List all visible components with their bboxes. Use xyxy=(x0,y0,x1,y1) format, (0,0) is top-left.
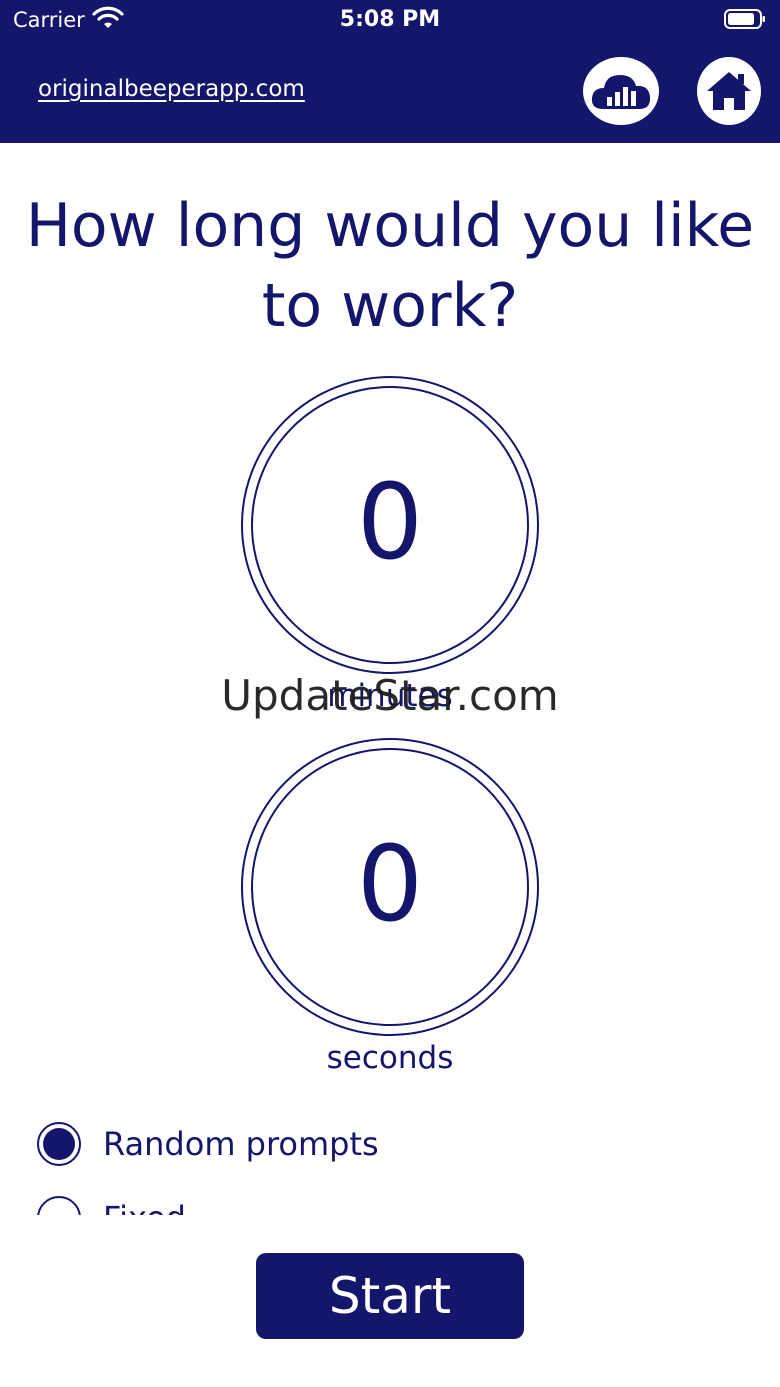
radio-unselected[interactable] xyxy=(37,1196,81,1215)
seconds-label: seconds xyxy=(326,1040,454,1076)
seconds-dial[interactable]: 0 xyxy=(241,738,539,1036)
start-button[interactable]: Start xyxy=(256,1253,524,1339)
status-bar: Carrier 5:08 PM xyxy=(0,0,780,40)
cloud-chart-icon xyxy=(591,75,651,109)
radio-selected[interactable] xyxy=(37,1122,81,1166)
seconds-value: 0 xyxy=(356,823,424,945)
minutes-dial[interactable]: 0 xyxy=(241,376,539,674)
minutes-value: 0 xyxy=(356,461,424,583)
page-question: How long would you like to work? xyxy=(25,191,755,341)
clock: 5:08 PM xyxy=(339,7,441,32)
watermark: UpdateStar.com xyxy=(221,671,559,720)
app-header: Carrier 5:08 PM originalbeeperapp.com xyxy=(0,0,780,143)
home-button[interactable] xyxy=(697,57,761,125)
prompt-mode-options: Random prompts Fixed xyxy=(0,1100,780,1215)
option-label: Fixed xyxy=(103,1199,186,1215)
site-link[interactable]: originalbeeperapp.com xyxy=(38,76,305,102)
option-random-prompts[interactable]: Random prompts xyxy=(37,1119,379,1169)
home-icon xyxy=(707,72,751,110)
option-label: Random prompts xyxy=(103,1125,379,1163)
stats-button[interactable] xyxy=(583,57,659,125)
battery-icon xyxy=(724,9,765,29)
option-fixed[interactable]: Fixed xyxy=(37,1193,186,1215)
